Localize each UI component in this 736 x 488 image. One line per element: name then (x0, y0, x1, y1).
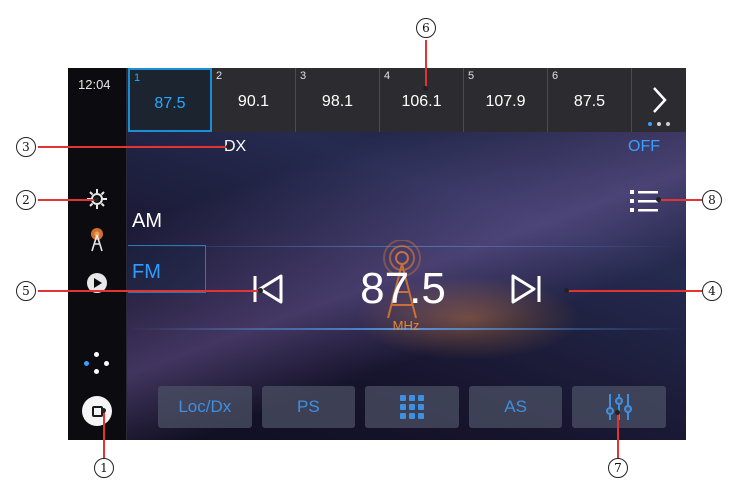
callout-1: 1 (94, 458, 114, 478)
left-sidebar: 12:04 (68, 68, 127, 440)
play-icon[interactable] (82, 268, 112, 298)
callout-dot-2 (94, 197, 99, 202)
preset-number: 4 (384, 70, 391, 82)
clock: 12:04 (78, 77, 111, 92)
preset-frequency: 98.1 (321, 93, 354, 110)
callout-dot-7 (615, 410, 620, 415)
loc-dx-button[interactable]: Loc/Dx (158, 386, 252, 428)
function-bar: Loc/Dx PS AS (158, 386, 666, 428)
preset-frequency: 87.5 (154, 95, 186, 112)
home-button[interactable] (82, 396, 112, 426)
chevron-right-icon (653, 87, 667, 113)
preset-number: 2 (216, 70, 223, 82)
callout-3: 3 (16, 137, 36, 157)
apps-dots-icon[interactable] (82, 352, 112, 374)
callout-dot-3 (226, 144, 231, 149)
preset-number: 3 (300, 70, 307, 82)
callout-line-8 (658, 199, 702, 201)
callout-5: 5 (16, 281, 36, 301)
skip-next-icon (511, 274, 541, 304)
preset-frequency: 87.5 (573, 93, 606, 110)
callout-dot-1 (101, 408, 106, 413)
preset-number: 6 (552, 70, 559, 82)
preset-2[interactable]: 2 90.1 (212, 68, 296, 132)
callout-6: 6 (416, 18, 436, 38)
preset-frequency: 106.1 (401, 93, 442, 110)
equalizer-button[interactable] (572, 386, 666, 428)
radio-screen: 12:04 1 87.5 2 90.1 3 98.1 4 106.1 5 107… (68, 68, 686, 440)
list-icon[interactable] (628, 186, 660, 216)
preset-number: 1 (134, 72, 141, 84)
preset-next-button[interactable] (632, 68, 686, 132)
equalizer-icon (606, 394, 633, 420)
off-label: OFF (628, 138, 660, 155)
as-button[interactable]: AS (468, 386, 563, 428)
skip-previous-icon (253, 274, 283, 304)
callout-line-1 (103, 410, 105, 458)
seek-next-button[interactable] (508, 273, 544, 305)
callout-dot-4 (564, 288, 569, 293)
ps-button[interactable]: PS (261, 386, 356, 428)
preset-bar: 1 87.5 2 90.1 3 98.1 4 106.1 5 107.9 6 8… (128, 68, 686, 132)
preset-4[interactable]: 4 106.1 (380, 68, 464, 132)
keypad-icon (399, 395, 424, 419)
keypad-button[interactable] (365, 386, 459, 428)
seek-previous-button[interactable] (250, 273, 286, 305)
callout-dot-6 (423, 86, 428, 91)
preset-5[interactable]: 5 107.9 (464, 68, 548, 132)
preset-frequency: 90.1 (237, 93, 270, 110)
preset-6[interactable]: 6 87.5 (548, 68, 632, 132)
preset-1[interactable]: 1 87.5 (128, 68, 212, 132)
band-fm[interactable]: FM (132, 261, 161, 284)
page-dots (648, 122, 672, 126)
callout-2: 2 (16, 190, 36, 210)
callout-line-6 (425, 40, 427, 88)
callout-7: 7 (608, 458, 628, 478)
current-frequency: 87.5 (360, 264, 446, 313)
preset-3[interactable]: 3 98.1 (296, 68, 380, 132)
preset-number: 5 (468, 70, 475, 82)
diagram-stage: 12:04 1 87.5 2 90.1 3 98.1 4 106.1 5 107… (0, 0, 736, 488)
callout-8: 8 (702, 190, 722, 210)
callout-line-5 (38, 290, 260, 292)
callout-4: 4 (702, 281, 722, 301)
callout-line-2 (38, 199, 96, 201)
frequency-unit: MHz (392, 318, 420, 333)
callout-line-7 (617, 412, 619, 458)
band-am[interactable]: AM (132, 210, 162, 233)
radio-tower-icon[interactable] (82, 224, 112, 254)
callout-dot-8 (656, 197, 661, 202)
preset-frequency: 107.9 (485, 93, 526, 110)
callout-dot-5 (258, 288, 263, 293)
callout-line-4 (566, 290, 702, 292)
callout-line-3 (38, 146, 228, 148)
